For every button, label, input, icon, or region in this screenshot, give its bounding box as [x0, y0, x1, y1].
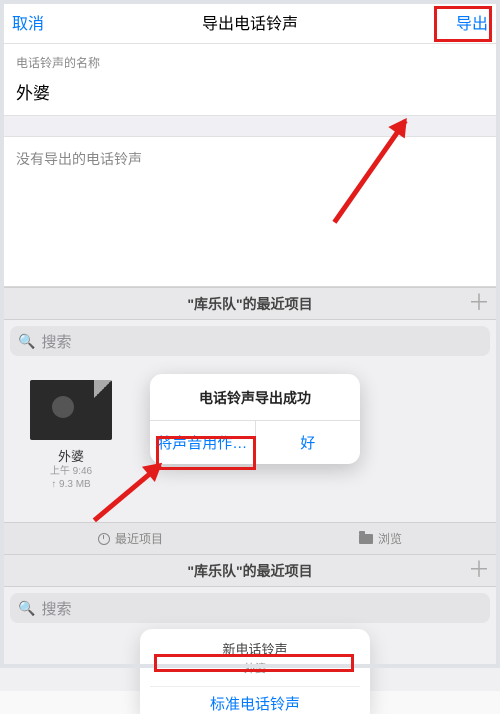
recent-panel-2: "库乐队"的最近项目 ＋ 🔍 搜索 新电话铃声 "外婆" 标准电话铃声 — [0, 554, 500, 691]
guitar-icon — [52, 396, 74, 418]
cancel-button[interactable]: 取消 — [12, 0, 44, 44]
standard-ringtone-button[interactable]: 标准电话铃声 — [150, 686, 360, 714]
recent-panel-1: "库乐队"的最近项目 ＋ 🔍 搜索 外婆 上午 9:46 ↑ 9.3 MB 电话… — [0, 287, 500, 554]
export-button[interactable]: 导出 — [456, 0, 488, 44]
thumbnail-name: 外婆 — [30, 446, 112, 465]
panel-title-2: "库乐队"的最近项目 — [187, 561, 312, 581]
panel-header-2: "库乐队"的最近项目 ＋ — [0, 555, 500, 587]
new-ringtone-sheet: 新电话铃声 "外婆" 标准电话铃声 — [140, 629, 370, 714]
nav-bar: 取消 导出电话铃声 导出 — [0, 0, 500, 44]
export-sheet: 取消 导出电话铃声 导出 电话铃声的名称 没有导出的电话铃声 — [0, 0, 500, 287]
search-icon-2: 🔍 — [18, 600, 35, 617]
section-gap — [0, 115, 500, 137]
panel-title: "库乐队"的最近项目 — [187, 294, 312, 314]
project-thumbnail[interactable]: 外婆 上午 9:46 ↑ 9.3 MB — [30, 380, 112, 491]
search-input-2[interactable]: 🔍 搜索 — [10, 593, 490, 623]
search-icon: 🔍 — [18, 333, 35, 350]
add-button[interactable]: ＋ — [468, 292, 490, 314]
empty-space — [0, 181, 500, 286]
page-fold-icon — [94, 380, 112, 398]
panel-body-2: 新电话铃声 "外婆" 标准电话铃声 — [0, 629, 500, 691]
tab-bar: 最近项目 浏览 — [0, 522, 500, 554]
clock-icon — [98, 533, 110, 545]
export-success-popup: 电话铃声导出成功 将声音用作… 好 — [150, 374, 360, 464]
thumbnail-size: ↑ 9.3 MB — [30, 478, 112, 491]
ok-button[interactable]: 好 — [256, 421, 361, 464]
search-placeholder-2: 搜索 — [41, 598, 71, 619]
thumbnail-image — [30, 380, 112, 440]
use-sound-as-button[interactable]: 将声音用作… — [150, 421, 256, 464]
search-input[interactable]: 🔍 搜索 — [10, 326, 490, 356]
no-exported-ringtones-label: 没有导出的电话铃声 — [0, 137, 500, 181]
panel-body: 外婆 上午 9:46 ↑ 9.3 MB 电话铃声导出成功 将声音用作… 好 — [0, 362, 500, 522]
popup-title: 电话铃声导出成功 — [150, 374, 360, 420]
name-label: 电话铃声的名称 — [0, 44, 500, 75]
sheet-title: 新电话铃声 — [150, 639, 360, 658]
tab-recent-label: 最近项目 — [115, 530, 163, 547]
tab-browse-label: 浏览 — [378, 530, 402, 547]
panel-header: "库乐队"的最近项目 ＋ — [0, 288, 500, 320]
search-placeholder: 搜索 — [41, 331, 71, 352]
tab-recent[interactable]: 最近项目 — [98, 530, 163, 547]
popup-actions: 将声音用作… 好 — [150, 420, 360, 464]
folder-icon — [359, 534, 373, 544]
tab-browse[interactable]: 浏览 — [359, 530, 402, 547]
add-button-2[interactable]: ＋ — [468, 559, 490, 581]
nav-title: 导出电话铃声 — [202, 10, 298, 34]
name-input[interactable] — [0, 75, 500, 115]
sheet-subtitle: "外婆" — [150, 660, 360, 676]
name-field-section: 电话铃声的名称 — [0, 44, 500, 115]
thumbnail-time: 上午 9:46 — [30, 465, 112, 478]
